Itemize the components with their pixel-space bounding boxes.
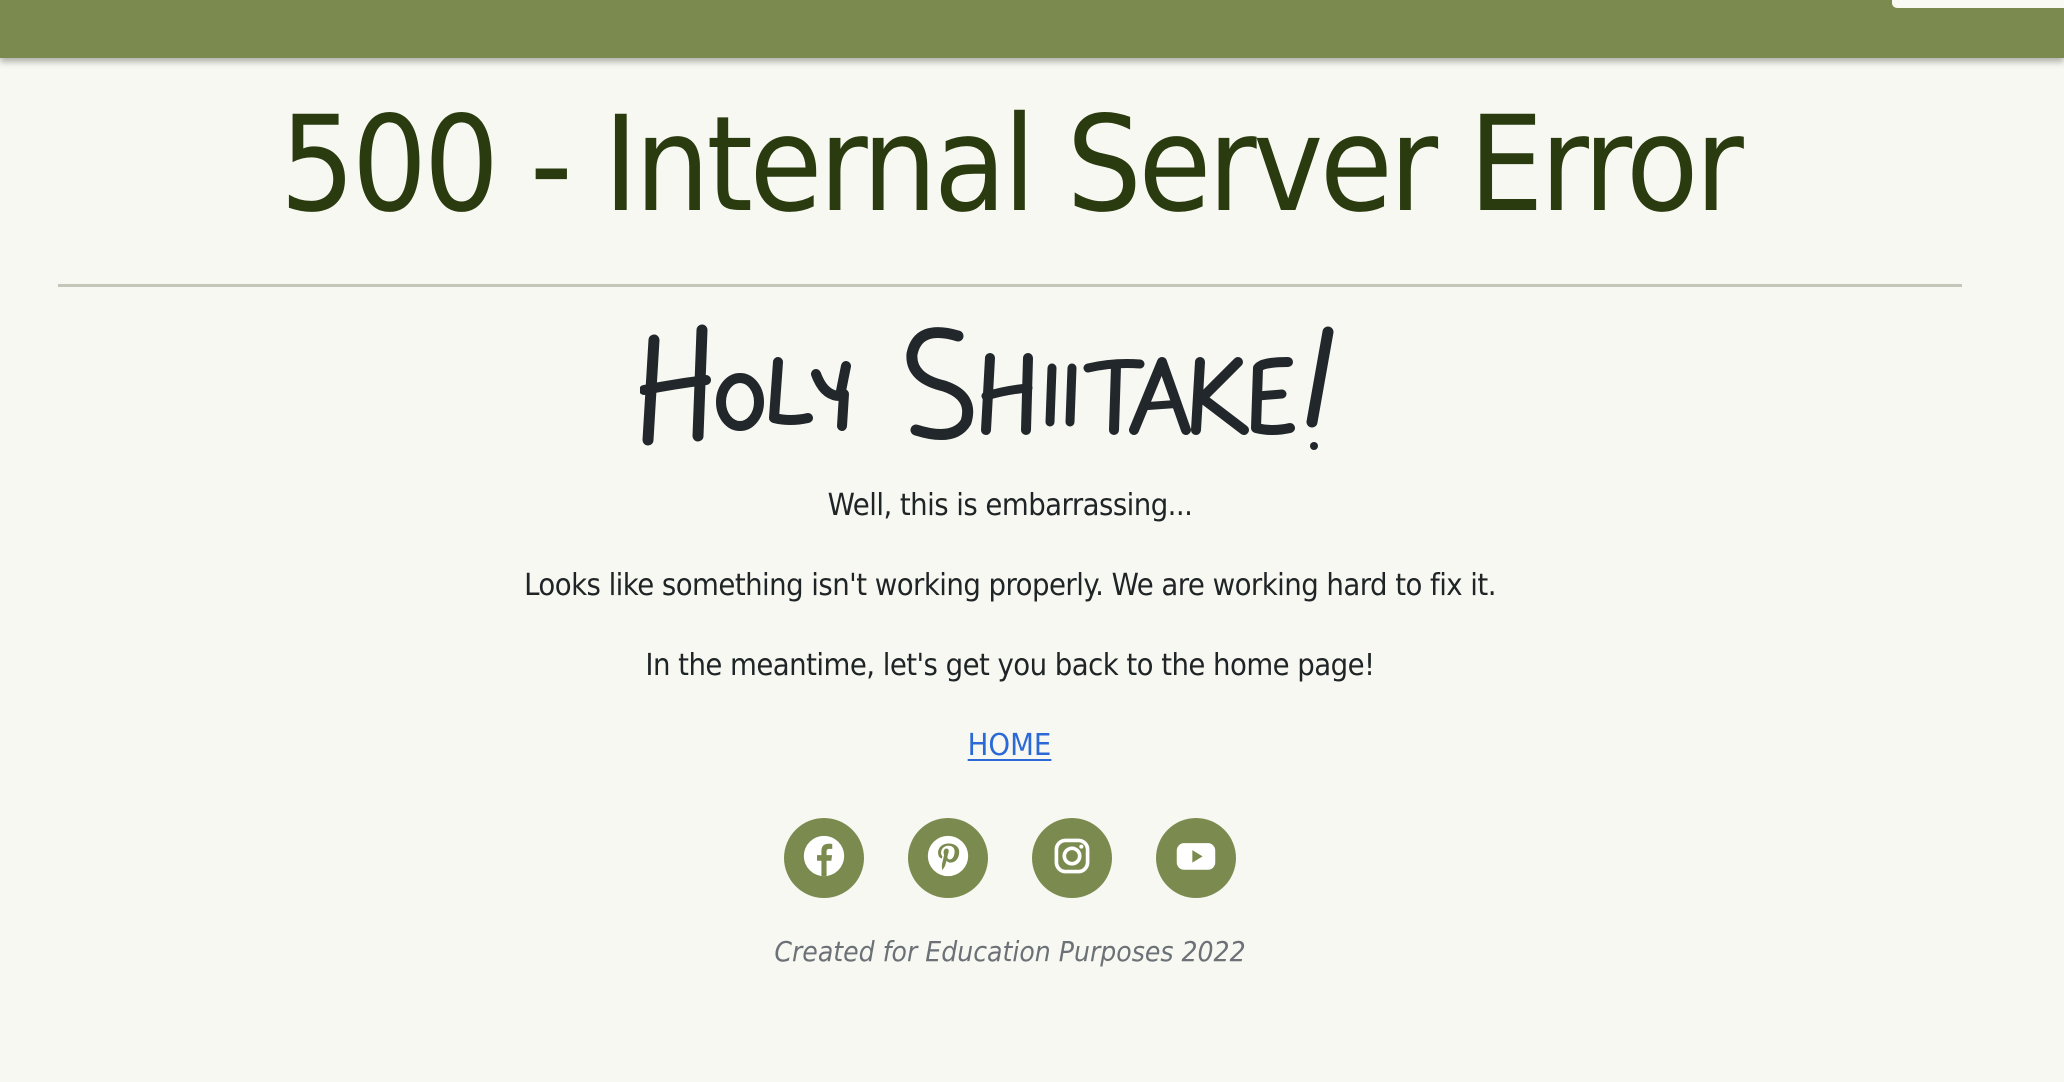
pinterest-icon [926, 834, 970, 882]
home-link[interactable]: HOME [968, 726, 1052, 766]
headline-image [639, 318, 1370, 458]
home-link-container: HOME [0, 726, 2020, 766]
instagram-button[interactable] [1032, 818, 1112, 898]
facebook-button[interactable] [784, 818, 864, 898]
footer-text: Created for Education Purposes 2022 [774, 935, 1246, 968]
facebook-icon [802, 834, 846, 882]
message-line-2: Looks like something isn't working prope… [524, 568, 1496, 603]
error-title: 500 - Internal Server Error [279, 88, 1744, 242]
message-line-1: Well, this is embarrassing... [827, 488, 1193, 523]
top-nav-bar [0, 0, 2064, 58]
pinterest-button[interactable] [908, 818, 988, 898]
top-right-tab[interactable] [1892, 0, 2064, 8]
instagram-icon [1050, 834, 1094, 882]
divider [58, 284, 1962, 287]
social-links [0, 818, 2020, 898]
message-line-3: In the meantime, let's get you back to t… [645, 648, 1375, 683]
youtube-button[interactable] [1156, 818, 1236, 898]
youtube-icon [1174, 834, 1218, 882]
